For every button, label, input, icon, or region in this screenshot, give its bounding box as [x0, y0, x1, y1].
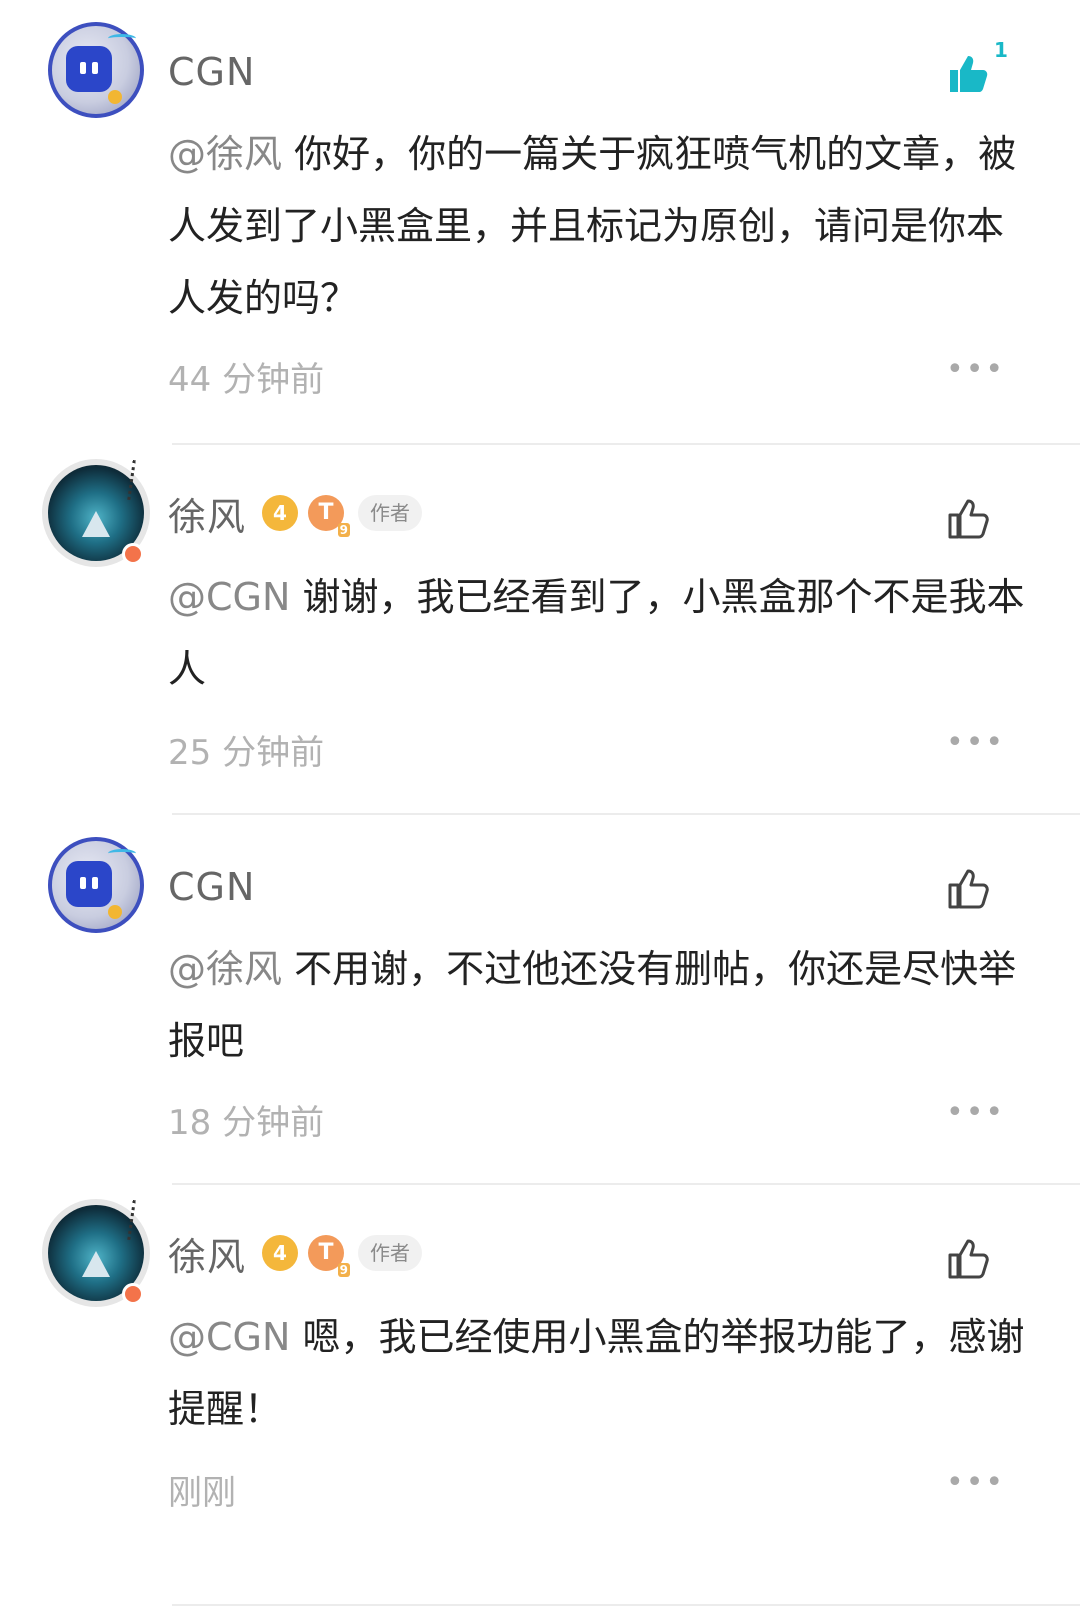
comment-item: 徐风 4 T9 作者 @CGN 谢谢，我已经看到了，小黑盒那个不是我本人 25 … [0, 445, 1080, 815]
author-tag: 作者 [358, 495, 422, 531]
avatar[interactable] [48, 1200, 150, 1305]
verified-badge-icon [122, 1283, 144, 1305]
comment-body: 谢谢，我已经看到了，小黑盒那个不是我本人 [168, 575, 1025, 691]
thumbs-up-icon [948, 499, 989, 539]
username[interactable]: CGN [168, 50, 255, 94]
t-badge-icon: T9 [308, 495, 350, 537]
comment-body: 不用谢，不过他还没有删帖，你还是尽快举报吧 [168, 947, 1017, 1063]
more-options-button[interactable]: ••• [946, 1465, 1005, 1500]
more-options-button[interactable]: ••• [946, 725, 1005, 760]
username[interactable]: CGN [168, 865, 255, 909]
like-button[interactable] [944, 495, 992, 543]
comment-item: 徐风 4 T9 作者 @CGN 嗯，我已经使用小黑盒的举报功能了，感谢提醒！ 刚… [0, 1185, 1080, 1606]
ellipsis-icon: ••• [946, 1095, 1006, 1130]
ellipsis-icon: ••• [946, 725, 1006, 760]
timestamp: 44 分钟前 [168, 360, 325, 400]
thumbs-up-icon [950, 56, 988, 92]
timestamp: 刚刚 [168, 1473, 236, 1513]
level-badge-icon: 4 [262, 1235, 298, 1271]
mention-link[interactable]: @CGN [168, 1315, 290, 1359]
mention-link[interactable]: @徐风 [168, 947, 282, 991]
timestamp: 25 分钟前 [168, 733, 325, 773]
comment-text: @徐风 不用谢，不过他还没有删帖，你还是尽快举报吧 [168, 933, 1028, 1077]
comment-item: CGN 1 @徐风 你好，你的一篇关于疯狂喷气机的文章，被人发到了小黑盒里，并且… [0, 0, 1080, 445]
comment-body: 你好，你的一篇关于疯狂喷气机的文章，被人发到了小黑盒里，并且标记为原创，请问是你… [168, 132, 1017, 320]
comment-text: @CGN 谢谢，我已经看到了，小黑盒那个不是我本人 [168, 561, 1028, 705]
comment-text: @CGN 嗯，我已经使用小黑盒的举报功能了，感谢提醒！ [168, 1301, 1028, 1445]
more-options-button[interactable]: ••• [946, 352, 1005, 387]
thumbs-up-icon [948, 1239, 989, 1279]
t-badge-icon: T9 [308, 1235, 350, 1277]
author-tag: 作者 [358, 1235, 422, 1271]
avatar[interactable] [48, 837, 144, 933]
like-button[interactable] [944, 50, 992, 98]
ellipsis-icon: ••• [946, 1465, 1006, 1500]
comment-body: 嗯，我已经使用小黑盒的举报功能了，感谢提醒！ [168, 1315, 1025, 1431]
username[interactable]: 徐风 [168, 1235, 246, 1279]
mention-link[interactable]: @CGN [168, 575, 290, 619]
ellipsis-icon: ••• [946, 352, 1006, 387]
mention-link[interactable]: @徐风 [168, 132, 282, 176]
thumbs-up-icon [948, 869, 989, 909]
avatar[interactable] [48, 460, 150, 565]
like-button[interactable] [944, 865, 992, 913]
comment-text: @徐风 你好，你的一篇关于疯狂喷气机的文章，被人发到了小黑盒里，并且标记为原创，… [168, 118, 1028, 334]
like-count: 1 [994, 38, 1008, 62]
like-button[interactable] [944, 1235, 992, 1283]
timestamp: 18 分钟前 [168, 1103, 325, 1143]
more-options-button[interactable]: ••• [946, 1095, 1005, 1130]
level-badge-icon: 4 [262, 495, 298, 531]
username[interactable]: 徐风 [168, 495, 246, 539]
verified-badge-icon [122, 543, 144, 565]
avatar[interactable] [48, 22, 144, 118]
comment-item: CGN @徐风 不用谢，不过他还没有删帖，你还是尽快举报吧 18 分钟前 ••• [0, 815, 1080, 1185]
